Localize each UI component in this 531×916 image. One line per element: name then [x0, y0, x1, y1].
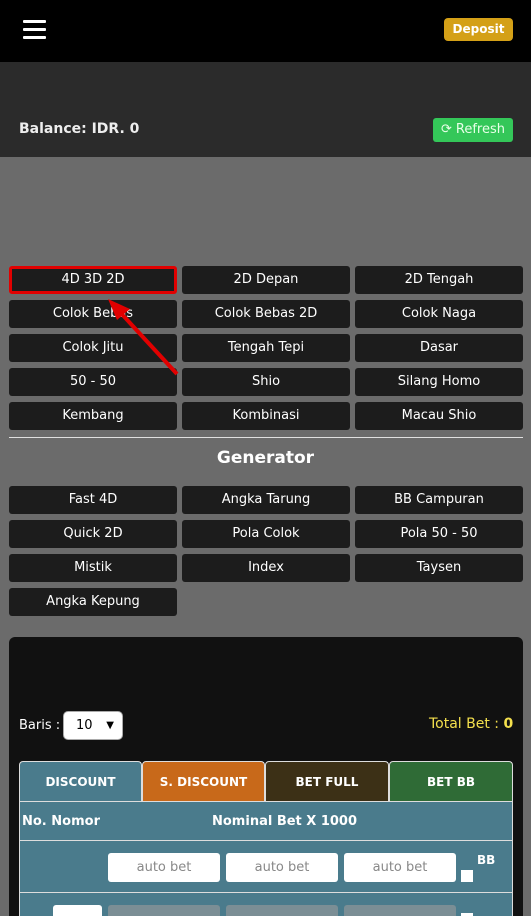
generator-grid: Fast 4D Angka Tarung BB Campuran Quick 2D Po…	[9, 486, 523, 616]
total-bet-value: 0	[503, 716, 514, 732]
auto-bet-row: auto bet auto bet auto bet BB	[19, 841, 513, 893]
auto-bet-input-2[interactable]: auto bet	[226, 853, 338, 882]
game-colok-naga-button[interactable]: Colok Naga	[355, 300, 523, 328]
auto-bet-input-3[interactable]: auto bet	[344, 853, 456, 882]
column-no-nomor: No. Nomor	[22, 814, 100, 829]
baris-select[interactable]: 10 ▼	[63, 711, 123, 740]
column-nominal-bet: Nominal Bet X 1000	[212, 814, 358, 829]
game-colok-bebas-button[interactable]: Colok Bebas	[9, 300, 177, 328]
tab-bet-bb[interactable]: BET BB	[389, 761, 513, 801]
menu-icon[interactable]	[23, 20, 46, 40]
bet-input-2[interactable]	[226, 905, 338, 916]
deposit-button[interactable]: Deposit	[444, 18, 513, 41]
balance-text: Balance: IDR. 0	[19, 121, 140, 137]
game-colok-bebas-2d-button[interactable]: Colok Bebas 2D	[182, 300, 350, 328]
tab-discount[interactable]: DISCOUNT	[19, 761, 142, 801]
bet-tabs: DISCOUNT S. DISCOUNT BET FULL BET BB	[19, 761, 513, 801]
game-tengah-tepi-button[interactable]: Tengah Tepi	[182, 334, 350, 362]
baris-label: Baris :	[19, 718, 61, 733]
table-header: No. Nomor Nominal Bet X 1000	[19, 801, 513, 841]
game-dasar-button[interactable]: Dasar	[355, 334, 523, 362]
game-2d-tengah-button[interactable]: 2D Tengah	[355, 266, 523, 294]
generator-angka-kepung-button[interactable]: Angka Kepung	[9, 588, 177, 616]
bb-checkbox[interactable]	[461, 870, 473, 882]
generator-mistik-button[interactable]: Mistik	[9, 554, 177, 582]
game-4d-3d-2d-button[interactable]: 4D 3D 2D	[9, 266, 177, 294]
top-bar: Deposit	[0, 0, 531, 62]
bb-label: BB	[477, 853, 496, 867]
game-kembang-button[interactable]: Kembang	[9, 402, 177, 430]
generator-taysen-button[interactable]: Taysen	[355, 554, 523, 582]
refresh-icon: ⟳	[441, 122, 452, 137]
tab-s-discount[interactable]: S. DISCOUNT	[142, 761, 265, 801]
tab-bet-full[interactable]: BET FULL	[265, 761, 389, 801]
baris-value: 10	[76, 718, 93, 733]
total-bet-label: Total Bet :	[429, 716, 500, 732]
game-macau-shio-button[interactable]: Macau Shio	[355, 402, 523, 430]
bet-input-1[interactable]	[108, 905, 220, 916]
refresh-button[interactable]: ⟳ Refresh	[433, 118, 513, 142]
refresh-label: Refresh	[455, 122, 505, 137]
generator-pola-colok-button[interactable]: Pola Colok	[182, 520, 350, 548]
generator-quick-2d-button[interactable]: Quick 2D	[9, 520, 177, 548]
generator-angka-tarung-button[interactable]: Angka Tarung	[182, 486, 350, 514]
generator-bb-campuran-button[interactable]: BB Campuran	[355, 486, 523, 514]
bet-input-3[interactable]	[344, 905, 456, 916]
auto-bet-input-1[interactable]: auto bet	[108, 853, 220, 882]
game-2d-depan-button[interactable]: 2D Depan	[182, 266, 350, 294]
generator-title: Generator	[216, 448, 315, 468]
generator-index-button[interactable]: Index	[182, 554, 350, 582]
generator-pola-50-50-button[interactable]: Pola 50 - 50	[355, 520, 523, 548]
game-silang-homo-button[interactable]: Silang Homo	[355, 368, 523, 396]
divider	[9, 437, 523, 438]
total-bet: Total Bet : 0	[429, 716, 513, 732]
generator-fast-4d-button[interactable]: Fast 4D	[9, 486, 177, 514]
nomor-input[interactable]	[53, 905, 102, 916]
game-50-50-button[interactable]: 50 - 50	[9, 368, 177, 396]
game-colok-jitu-button[interactable]: Colok Jitu	[9, 334, 177, 362]
game-kombinasi-button[interactable]: Kombinasi	[182, 402, 350, 430]
game-type-grid: 4D 3D 2D 2D Depan 2D Tengah Colok Bebas Colo…	[9, 266, 523, 430]
chevron-down-icon: ▼	[106, 720, 114, 731]
balance-bar: Balance: IDR. 0	[0, 62, 531, 157]
table-row	[19, 893, 513, 916]
game-shio-button[interactable]: Shio	[182, 368, 350, 396]
